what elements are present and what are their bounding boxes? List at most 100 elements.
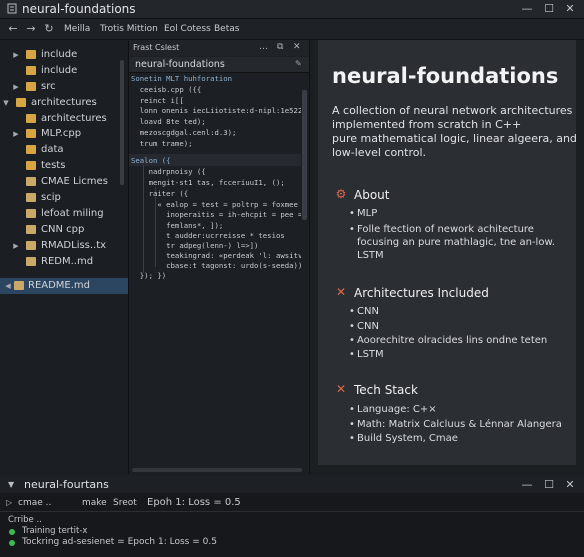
editor-horizontal-scrollbar[interactable]	[132, 468, 302, 472]
bullet-item: Aoorechitre olracides lins ondne teten	[349, 334, 547, 347]
chevron-right-icon[interactable]: ▶	[12, 126, 20, 142]
sidebar-item[interactable]: REDM..md	[0, 254, 128, 270]
bullet-item: Folle ftection of nework achitecture	[349, 223, 534, 236]
terminal-maximize-button[interactable]: ☐	[542, 478, 556, 491]
terminal-tab-4[interactable]: Epoh 1: Loss = 0.5	[147, 497, 241, 508]
chevron-right-icon[interactable]: ▶	[12, 47, 20, 63]
bullet-item-continuation: focusing an pure mathlagic, tne an-low.	[357, 237, 555, 248]
close-editor-icon[interactable]: ✕	[293, 42, 301, 52]
refresh-icon[interactable]: ↻	[42, 22, 56, 36]
sidebar-item-label: README.md	[28, 280, 91, 291]
bullet-item: LSTM	[349, 348, 384, 361]
sidebar-scrollbar[interactable]	[120, 60, 124, 185]
terminal-line: Crribe ..	[8, 515, 42, 525]
code-line: trum trame);	[131, 139, 193, 148]
folder-icon	[26, 66, 36, 75]
cross-icon: ✕	[335, 285, 347, 299]
sidebar-item-label: scip	[41, 192, 61, 203]
file-icon	[26, 241, 36, 250]
code-line: mezoscgdgal.cenl:d.3);	[131, 128, 237, 137]
folder-icon	[26, 129, 36, 138]
folder-icon	[16, 98, 26, 107]
sidebar-item[interactable]: scip	[0, 190, 128, 206]
close-button[interactable]: ✕	[563, 2, 577, 15]
terminal-minimize-button[interactable]: —	[520, 478, 534, 491]
menu-item-2[interactable]: Trotis Mittion	[100, 22, 158, 36]
menu-item-4[interactable]: Betas	[214, 22, 239, 36]
terminal-line: Training tertit-x	[22, 526, 88, 536]
menu-item-1[interactable]: Meilla	[64, 22, 90, 36]
bullet-item: Language: C+×	[349, 403, 437, 416]
sidebar-item[interactable]: include	[0, 63, 128, 79]
menu-item-3[interactable]: Eol Cotess	[164, 22, 211, 36]
sidebar-item[interactable]: ▶ src	[0, 79, 128, 95]
editor-header-label: Frast Cslest	[133, 43, 180, 52]
more-icon[interactable]: …	[259, 42, 268, 52]
chevron-down-icon[interactable]: ▼	[2, 95, 10, 111]
file-icon	[26, 193, 36, 202]
bullet-item: Build System, Cmae	[349, 432, 458, 445]
bullet-item: MLP	[349, 207, 377, 220]
navigation-bar: ← → ↻ Meilla Trotis Mittion Eol Cotess B…	[0, 19, 584, 40]
chevron-left-icon[interactable]: ◀	[4, 278, 12, 294]
terminal-title: neural-fourtans	[24, 478, 109, 491]
section-heading-tech-stack: Tech Stack	[354, 383, 418, 397]
sidebar-item[interactable]: ▼ architectures	[0, 95, 128, 111]
readme-description-line: A collection of neural network architect…	[332, 104, 573, 117]
status-dot-icon	[9, 529, 15, 535]
editor-header: Frast Cslest … ⧉ ✕	[129, 40, 309, 56]
terminal-close-button[interactable]: ✕	[563, 478, 577, 491]
code-line: }); })	[131, 271, 167, 280]
terminal-tab-2[interactable]: make	[82, 498, 107, 508]
editor-vertical-scrollbar[interactable]	[302, 90, 307, 220]
chevron-right-icon[interactable]: ▶	[12, 79, 20, 95]
cross-icon: ✕	[335, 382, 347, 396]
chevron-right-icon[interactable]: ▶	[12, 238, 20, 254]
file-icon	[14, 281, 24, 290]
sidebar-item[interactable]: tests	[0, 158, 128, 174]
sidebar-item-label: include	[41, 49, 78, 60]
section-heading-architectures: Architectures Included	[354, 286, 489, 300]
sidebar-item-label: RMADLiss..tx	[41, 240, 107, 251]
code-line: Sonetin MLT huhforation	[131, 74, 233, 83]
folder-icon	[26, 50, 36, 59]
sidebar-item[interactable]: ▶ MLP.cpp	[0, 126, 128, 142]
window-title: neural-foundations	[22, 2, 136, 16]
sidebar-item-label: tests	[41, 160, 66, 171]
sidebar-item-label: include	[41, 65, 78, 76]
code-line: nadrpnoisy ({	[131, 167, 206, 176]
sidebar-item-label: CMAE Licmes	[41, 176, 108, 187]
maximize-button[interactable]: ☐	[542, 2, 556, 15]
folder-icon	[26, 145, 36, 154]
sidebar-item[interactable]: lefoat miling	[0, 206, 128, 222]
sidebar-item[interactable]: architectures	[0, 111, 128, 127]
bullet-item-continuation: LSTM	[357, 250, 384, 261]
minimize-button[interactable]: —	[520, 2, 534, 15]
sidebar-item-label: architectures	[41, 113, 107, 124]
sidebar-item[interactable]: CNN cpp	[0, 222, 128, 238]
bullet-item: CNN	[349, 320, 379, 333]
split-editor-icon[interactable]: ⧉	[277, 42, 283, 52]
sidebar-item-selected-readme[interactable]: ◀ README.md	[0, 278, 128, 294]
forward-arrow-icon[interactable]: →	[24, 22, 38, 36]
sidebar-item[interactable]: data	[0, 142, 128, 158]
folder-icon	[26, 161, 36, 170]
readme-description-line: implemented from scratch in C++	[332, 118, 522, 131]
bullet-item: Math: Matrix Calcluus & Lénnar Alangera	[349, 418, 562, 431]
sidebar-item[interactable]: CMAE Licmes	[0, 174, 128, 190]
terminal-tab-3[interactable]: Sreot	[113, 498, 137, 508]
edit-icon[interactable]: ✎	[295, 59, 302, 68]
chevron-down-icon[interactable]: ▼	[8, 480, 14, 489]
back-arrow-icon[interactable]: ←	[6, 22, 20, 36]
folder-icon	[26, 114, 36, 123]
sidebar-item[interactable]: ▶ RMADLiss..tx	[0, 238, 128, 254]
code-line: Sealon ({	[131, 156, 171, 165]
file-icon	[26, 209, 36, 218]
terminal-play-icon[interactable]: ▷	[6, 498, 12, 507]
code-line: mengit-st1 tas, fcceriuuI1, ();	[131, 178, 285, 187]
file-icon	[26, 257, 36, 266]
editor-tab[interactable]: neural-foundations ✎	[129, 57, 309, 73]
code-line: ceeisb.cpp ({{	[131, 85, 202, 94]
sidebar-item[interactable]: ▶ include	[0, 47, 128, 63]
terminal-tab-1[interactable]: cmae ..	[18, 498, 51, 508]
